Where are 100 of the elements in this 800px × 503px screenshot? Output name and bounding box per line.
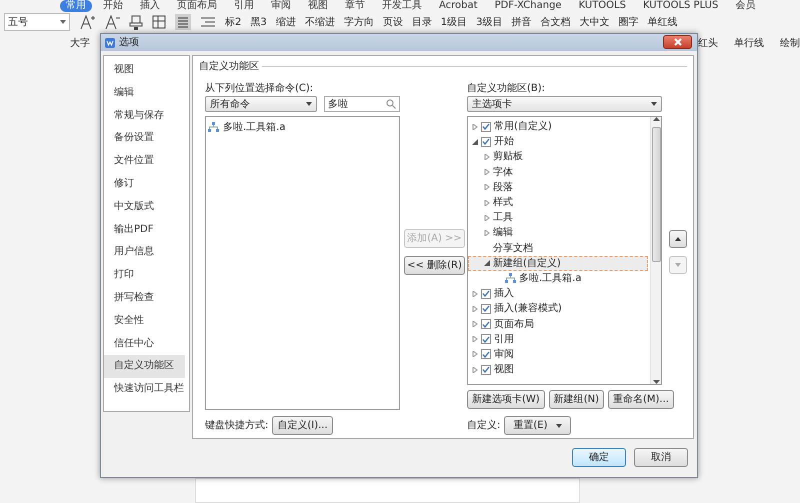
checkbox[interactable]: [481, 288, 491, 299]
category-item[interactable]: 视图: [104, 59, 185, 82]
tree-item[interactable]: 页面布局: [494, 316, 534, 332]
category-item[interactable]: 文件位置: [104, 150, 185, 173]
category-item[interactable]: 中文版式: [104, 196, 185, 219]
ribbon-tab[interactable]: KUTOOLS: [572, 0, 632, 12]
toolbar-item[interactable]: 黑3: [250, 14, 267, 30]
tree-item[interactable]: 分享文档: [493, 240, 533, 256]
tree-action-button[interactable]: 新建选项卡(W): [467, 390, 545, 409]
category-item[interactable]: 快速访问工具栏: [104, 378, 185, 401]
expand-arrow-icon[interactable]: [484, 184, 490, 190]
tree-item[interactable]: 审阅: [494, 346, 514, 362]
checkbox[interactable]: [481, 304, 491, 314]
toolbar-item[interactable]: 合文档: [540, 14, 570, 30]
toolbar-item[interactable]: 1级目: [440, 14, 468, 30]
ribbon-source-dropdown[interactable]: 主选项卡: [467, 96, 662, 112]
category-item[interactable]: 拼写检查: [104, 286, 185, 310]
tree-item[interactable]: 字体: [493, 164, 513, 180]
ribbon-tab[interactable]: 引用: [228, 0, 260, 12]
expand-arrow-icon[interactable]: [472, 351, 478, 358]
category-item[interactable]: 自定义功能区: [104, 355, 185, 378]
category-item[interactable]: 输出PDF: [104, 218, 185, 242]
collapse-arrow-icon[interactable]: [484, 260, 490, 266]
tree-item[interactable]: 剪贴板: [493, 149, 523, 164]
expand-arrow-icon[interactable]: [472, 306, 478, 312]
checkbox[interactable]: [481, 364, 491, 375]
expand-arrow-icon[interactable]: [472, 366, 478, 373]
tree-item[interactable]: 引用: [494, 332, 514, 347]
tree-action-button[interactable]: 重命名(M)...: [608, 390, 674, 409]
expand-arrow-icon[interactable]: [484, 214, 490, 221]
toolbar-item[interactable]: 单红线: [648, 14, 678, 30]
category-item[interactable]: 打印: [104, 264, 185, 287]
category-item[interactable]: 安全性: [104, 310, 185, 333]
font-size-dropdown[interactable]: 五号: [4, 13, 70, 31]
ok-button[interactable]: 确定: [572, 448, 626, 467]
category-item[interactable]: 常规与保存: [104, 104, 185, 128]
paint-icon[interactable]: [129, 14, 143, 30]
tree-item[interactable]: 插入: [494, 286, 514, 302]
expand-arrow-icon[interactable]: [472, 321, 478, 328]
category-item[interactable]: 备份设置: [104, 127, 185, 150]
ribbon-tab[interactable]: KUTOOLS PLUS: [636, 0, 724, 12]
indent-icon[interactable]: [200, 15, 216, 29]
command-source-dropdown[interactable]: 所有命令: [205, 96, 317, 112]
category-item[interactable]: 编辑: [104, 82, 185, 105]
tree-item[interactable]: 工具: [493, 210, 513, 226]
search-field[interactable]: 多啦: [324, 96, 400, 112]
toolbar-item[interactable]: 不缩进: [304, 14, 335, 30]
toolbar-item[interactable]: 大中文: [580, 14, 610, 30]
toolbar-item[interactable]: 绘制: [780, 36, 800, 50]
ribbon-tab[interactable]: 视图: [302, 0, 334, 12]
collapse-arrow-icon[interactable]: [472, 138, 478, 145]
toolbar-item[interactable]: 圈字: [618, 14, 638, 30]
ribbon-tab[interactable]: 常用: [60, 0, 92, 12]
toolbar-item[interactable]: 拼音: [512, 14, 532, 30]
toolbar-item[interactable]: 目录: [412, 14, 432, 30]
tree-item[interactable]: 段落: [493, 180, 513, 195]
scroll-down-icon[interactable]: [652, 380, 660, 384]
ribbon-tab[interactable]: 页面布局: [171, 0, 223, 12]
toolbar-item[interactable]: 字方向: [344, 14, 374, 30]
tree-item[interactable]: 样式: [493, 195, 513, 210]
tree-item[interactable]: 插入(兼容模式): [494, 301, 562, 316]
toolbar-item[interactable]: 页设: [382, 14, 403, 30]
category-item[interactable]: 修订: [104, 172, 185, 196]
expand-arrow-icon[interactable]: [472, 124, 478, 130]
expand-arrow-icon[interactable]: [472, 290, 478, 297]
ribbon-tab[interactable]: 开始: [97, 0, 129, 12]
scroll-up-icon[interactable]: [652, 117, 660, 121]
reset-dropdown-button[interactable]: 重置(E): [504, 416, 570, 435]
toolbar-item[interactable]: 红头: [698, 36, 718, 50]
toolbar-item[interactable]: 标2: [225, 14, 242, 30]
tree-item[interactable]: 编辑: [493, 225, 513, 240]
ribbon-tab[interactable]: PDF-XChange: [488, 0, 568, 12]
toolbar-item[interactable]: 大字: [70, 36, 90, 50]
toolbar-item[interactable]: 3级目: [476, 14, 502, 30]
tree-item[interactable]: 多啦.工具箱.a: [519, 270, 582, 286]
checkbox[interactable]: [481, 122, 491, 132]
remove-button[interactable]: << 删除(R): [404, 256, 465, 275]
tree-action-button[interactable]: 新建组(N): [548, 390, 604, 409]
category-item[interactable]: 信任中心: [104, 332, 185, 356]
ribbon-tab[interactable]: 插入: [134, 0, 166, 12]
tree-item[interactable]: 视图: [494, 362, 514, 378]
table-icon[interactable]: [152, 15, 166, 29]
ribbon-tab[interactable]: 开发工具: [376, 0, 428, 12]
shrink-font-icon[interactable]: [104, 14, 120, 30]
move-up-button[interactable]: [669, 230, 687, 248]
toolbar-item[interactable]: 缩进: [276, 14, 296, 30]
align-icon[interactable]: [175, 14, 191, 30]
customize-shortcuts-button[interactable]: 自定义(I)...: [272, 416, 333, 435]
expand-arrow-icon[interactable]: [484, 154, 490, 160]
cancel-button[interactable]: 取消: [634, 448, 688, 467]
toolbar-item[interactable]: 单行线: [734, 36, 764, 50]
ribbon-tab[interactable]: 会员: [729, 0, 762, 12]
expand-arrow-icon[interactable]: [484, 230, 490, 236]
checkbox[interactable]: [481, 349, 491, 360]
checkbox[interactable]: [481, 136, 491, 147]
tree-item[interactable]: 开始: [494, 134, 514, 150]
expand-arrow-icon[interactable]: [484, 200, 490, 206]
tree-item[interactable]: 常用(自定义): [494, 119, 552, 134]
scrollbar[interactable]: [650, 117, 661, 384]
expand-arrow-icon[interactable]: [472, 336, 478, 342]
